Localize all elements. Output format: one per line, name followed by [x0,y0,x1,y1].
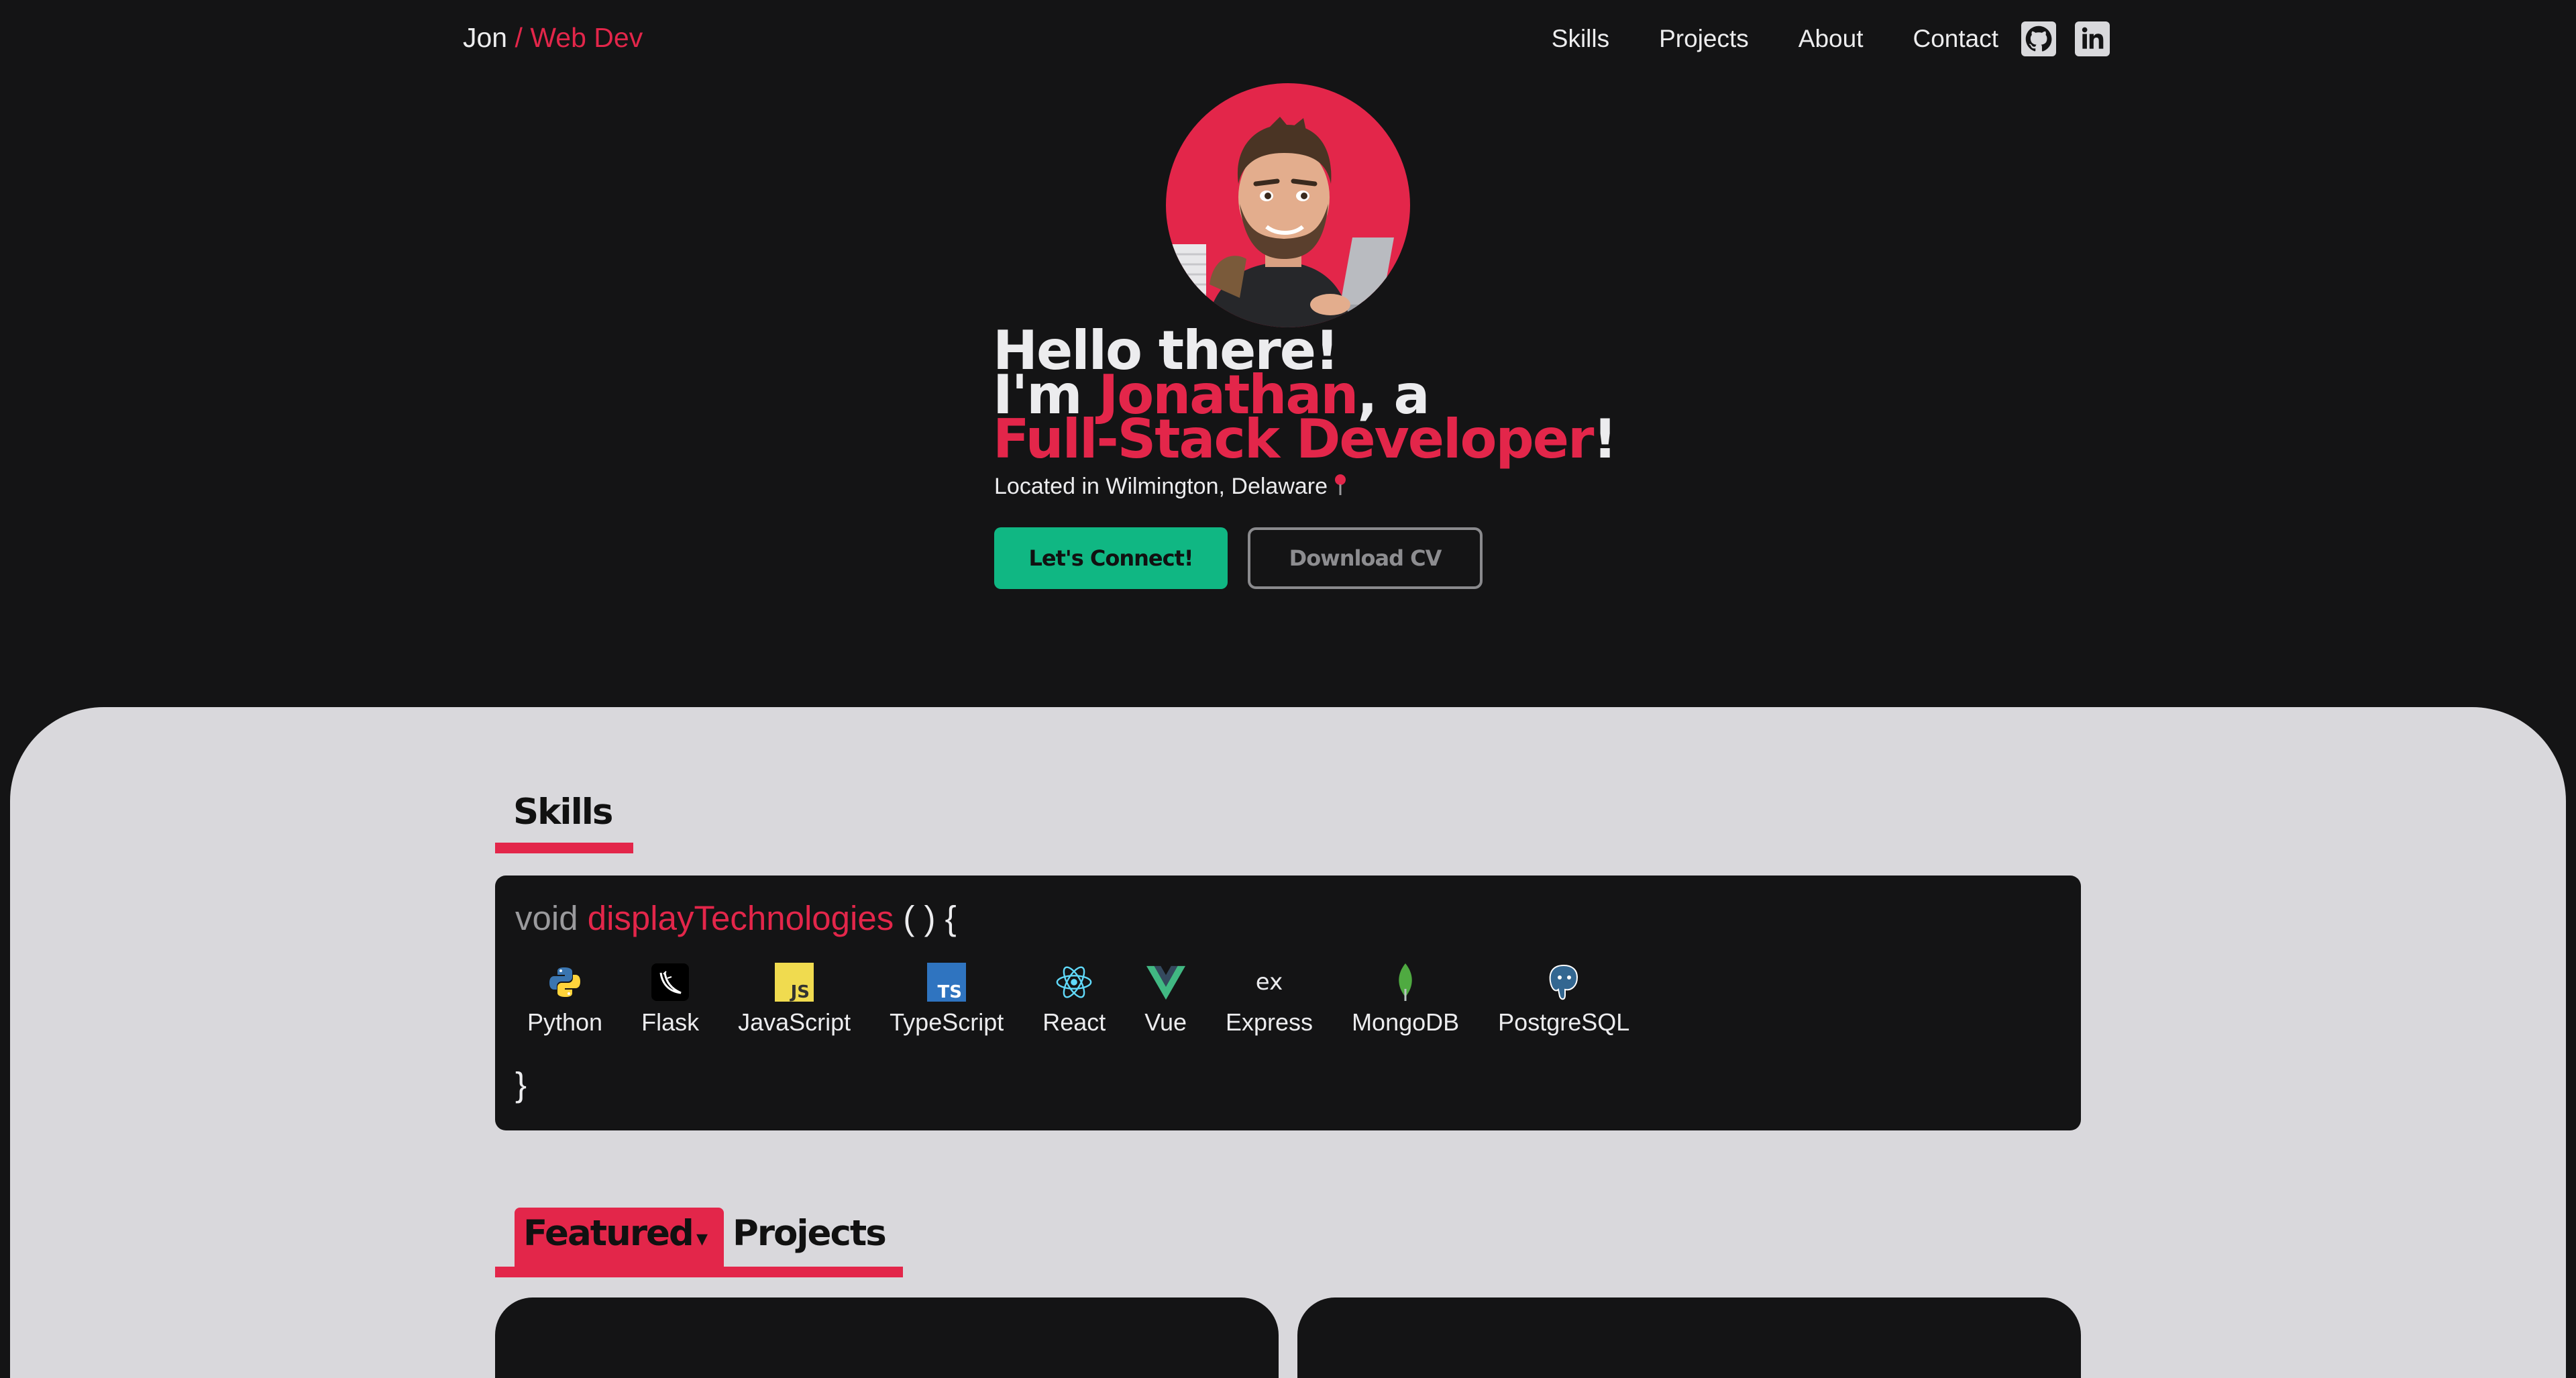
svg-text:JS: JS [790,982,810,1002]
python-icon [545,963,584,1002]
typescript-icon: TS [927,963,967,1002]
tech-item-flask: Flask [641,963,699,1037]
project-card[interactable] [1297,1297,2081,1378]
svg-text:TS: TS [938,982,962,1002]
pin-icon [1334,474,1347,498]
tech-label: Flask [641,1008,700,1036]
tech-item-mongodb: MongoDB [1352,963,1459,1037]
svg-text:ex: ex [1256,969,1283,996]
download-cv-button[interactable]: Download CV [1248,527,1483,589]
nav-link-projects[interactable]: Projects [1659,17,1749,60]
nav-link-skills[interactable]: Skills [1552,17,1609,60]
brand-logo[interactable]: Jon / Web Dev [463,19,643,56]
tech-label: Vue [1144,1008,1187,1036]
code-close: } [515,1065,527,1104]
featured-filter-label[interactable]: Featured [523,1213,694,1254]
chevron-down-icon[interactable]: ▾ [696,1225,708,1252]
projects-heading: Projects [733,1213,887,1254]
connect-button[interactable]: Let's Connect! [994,527,1228,589]
javascript-icon: JS [775,963,814,1002]
skills-code-block: void displayTechnologies ( ) { Python Fl… [495,876,2081,1130]
postgresql-icon [1544,963,1583,1002]
github-icon[interactable] [2021,21,2056,56]
nav-link-contact[interactable]: Contact [1913,17,1998,60]
code-function: displayTechnologies [587,899,894,937]
tech-label: TypeScript [890,1008,1004,1036]
hero-role: Full-Stack Developer [993,408,1594,470]
code-signature: void displayTechnologies ( ) { [515,898,957,938]
express-icon: ex [1250,963,1289,1002]
tech-item-typescript: TS TypeScript [890,963,1004,1037]
code-open: ( ) { [903,899,957,937]
tech-item-python: Python [527,963,602,1037]
tech-label: Express [1226,1008,1313,1036]
mongodb-icon [1386,963,1425,1002]
technology-list: Python Flask JS JavaScript TS TypeScript… [527,963,1668,1037]
nav-link-about[interactable]: About [1799,17,1864,60]
linkedin-icon[interactable] [2075,21,2110,56]
brand-separator: / [515,22,523,53]
main-nav: Skills Projects About Contact [1552,17,2110,60]
flask-icon [651,963,690,1002]
tech-label: PostgreSQL [1498,1008,1630,1036]
tech-item-javascript: JS JavaScript [738,963,851,1037]
vue-icon [1146,963,1185,1002]
tech-label: MongoDB [1352,1008,1460,1036]
hero-role-suffix: ! [1593,408,1617,470]
react-icon [1055,963,1093,1002]
location: Located in Wilmington, Delaware [994,474,1347,500]
tech-item-postgresql: PostgreSQL [1498,963,1629,1037]
project-card[interactable] [495,1297,1279,1378]
tech-label: React [1042,1008,1106,1036]
hero-heading: Hello there! I'm Jonathan, a Full-Stack … [993,324,1617,466]
tech-item-react: React [1042,963,1106,1037]
brand-name: Jon [463,22,508,53]
memoji-illustration [1166,117,1394,327]
tech-label: Python [527,1008,603,1036]
location-text: Located in Wilmington, Delaware [994,474,1328,499]
code-keyword: void [515,899,578,937]
tech-item-express: ex Express [1226,963,1313,1037]
skills-heading: Skills [513,792,613,833]
brand-role: Web Dev [530,22,643,53]
avatar [1166,83,1410,327]
tech-item-vue: Vue [1144,963,1187,1037]
tech-label: JavaScript [738,1008,851,1036]
hero-role-line: Full-Stack Developer! [993,413,1617,466]
projects-heading-underline [495,1267,903,1277]
skills-heading-underline [495,843,633,853]
